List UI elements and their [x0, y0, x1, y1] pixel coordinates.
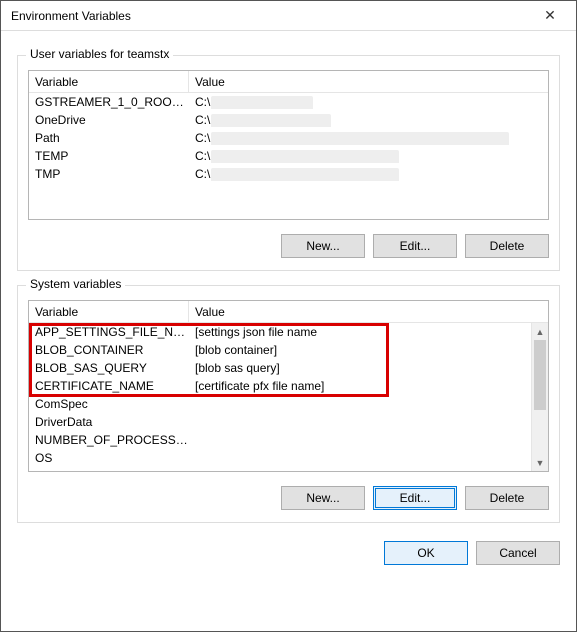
cell-value: [blob container]	[189, 343, 548, 357]
system-variables-list[interactable]: Variable Value APP_SETTINGS_FILE_NAME[se…	[28, 300, 549, 472]
cell-value: C:\	[189, 149, 548, 163]
cell-value: [settings json file name	[189, 325, 548, 339]
redaction-block	[211, 168, 399, 181]
window-title: Environment Variables	[11, 9, 528, 23]
cell-variable: APP_SETTINGS_FILE_NAME	[29, 325, 189, 339]
table-row[interactable]: ComSpec	[29, 395, 548, 413]
cell-value: C:\	[189, 167, 548, 181]
table-row[interactable]: BLOB_SAS_QUERY[blob sas query]	[29, 359, 548, 377]
cell-variable: NUMBER_OF_PROCESSORS	[29, 433, 189, 447]
cell-value: C:\	[189, 95, 548, 109]
cell-variable: TEMP	[29, 149, 189, 163]
cell-variable: BLOB_CONTAINER	[29, 343, 189, 357]
table-row[interactable]: PathC:\	[29, 129, 548, 147]
table-row[interactable]: OS	[29, 449, 548, 467]
system-buttons-row: New... Edit... Delete	[28, 486, 549, 510]
table-row[interactable]: OneDriveC:\	[29, 111, 548, 129]
cell-variable: Path	[29, 131, 189, 145]
redaction-block	[211, 96, 313, 109]
scroll-down-icon[interactable]: ▼	[532, 454, 548, 471]
user-new-button[interactable]: New...	[281, 234, 365, 258]
cell-variable: CERTIFICATE_NAME	[29, 379, 189, 393]
table-row[interactable]: BLOB_CONTAINER[blob container]	[29, 341, 548, 359]
system-edit-button[interactable]: Edit...	[373, 486, 457, 510]
scroll-thumb[interactable]	[534, 340, 546, 410]
close-button[interactable]: ✕	[528, 2, 572, 30]
system-new-button[interactable]: New...	[281, 486, 365, 510]
system-delete-button[interactable]: Delete	[465, 486, 549, 510]
column-header-value[interactable]: Value	[189, 71, 548, 92]
column-header-value[interactable]: Value	[189, 301, 548, 322]
redaction-block	[211, 132, 509, 145]
system-variables-label: System variables	[26, 277, 125, 291]
table-row[interactable]: GSTREAMER_1_0_ROOT_MI...C:\	[29, 93, 548, 111]
list-header: Variable Value	[29, 301, 548, 323]
table-row[interactable]: CERTIFICATE_NAME[certificate pfx file na…	[29, 377, 548, 395]
titlebar: Environment Variables ✕	[1, 1, 576, 31]
table-row[interactable]: NUMBER_OF_PROCESSORS	[29, 431, 548, 449]
cell-variable: ComSpec	[29, 397, 189, 411]
redaction-block	[211, 114, 331, 127]
cell-variable: OS	[29, 451, 189, 465]
column-header-variable[interactable]: Variable	[29, 71, 189, 92]
table-row[interactable]: TEMPC:\	[29, 147, 548, 165]
cell-variable: TMP	[29, 167, 189, 181]
cancel-button[interactable]: Cancel	[476, 541, 560, 565]
dialog-footer: OK Cancel	[17, 541, 560, 565]
cell-variable: BLOB_SAS_QUERY	[29, 361, 189, 375]
scrollbar[interactable]: ▲ ▼	[531, 323, 548, 471]
user-variables-group: User variables for teamstx Variable Valu…	[17, 55, 560, 271]
dialog-content: User variables for teamstx Variable Valu…	[1, 31, 576, 579]
cell-variable: GSTREAMER_1_0_ROOT_MI...	[29, 95, 189, 109]
user-buttons-row: New... Edit... Delete	[28, 234, 549, 258]
ok-button[interactable]: OK	[384, 541, 468, 565]
table-row[interactable]: DriverData	[29, 413, 548, 431]
cell-value: C:\	[189, 131, 548, 145]
table-row[interactable]: TMPC:\	[29, 165, 548, 183]
user-variables-list[interactable]: Variable Value GSTREAMER_1_0_ROOT_MI...C…	[28, 70, 549, 220]
system-variables-group: System variables Variable Value APP_SETT…	[17, 285, 560, 523]
cell-value: C:\	[189, 113, 548, 127]
cell-variable: DriverData	[29, 415, 189, 429]
user-variables-label: User variables for teamstx	[26, 47, 173, 61]
redaction-block	[211, 150, 399, 163]
cell-value: [certificate pfx file name]	[189, 379, 548, 393]
user-edit-button[interactable]: Edit...	[373, 234, 457, 258]
list-header: Variable Value	[29, 71, 548, 93]
scroll-up-icon[interactable]: ▲	[532, 323, 548, 340]
close-icon: ✕	[544, 7, 556, 24]
user-delete-button[interactable]: Delete	[465, 234, 549, 258]
table-row[interactable]: APP_SETTINGS_FILE_NAME[settings json fil…	[29, 323, 548, 341]
column-header-variable[interactable]: Variable	[29, 301, 189, 322]
cell-value: [blob sas query]	[189, 361, 548, 375]
cell-variable: OneDrive	[29, 113, 189, 127]
